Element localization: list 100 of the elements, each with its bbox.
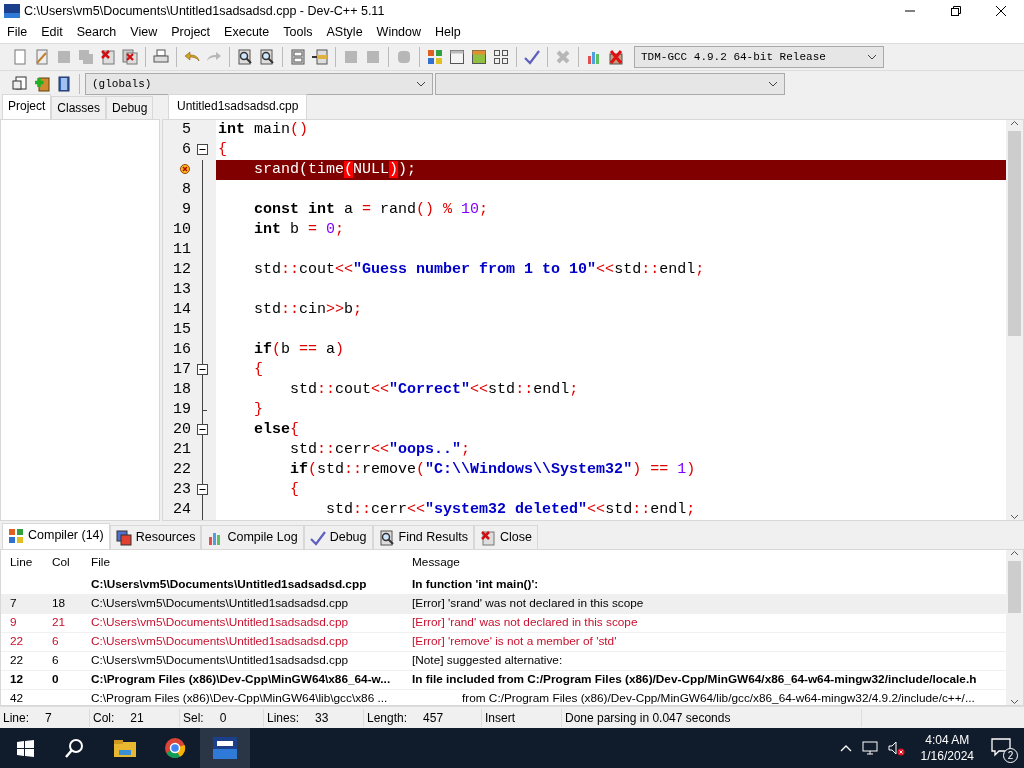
panel-tab[interactable]: Debug xyxy=(106,95,154,119)
line-number: 8 xyxy=(182,180,191,198)
line-number: 6 xyxy=(182,140,191,158)
menu-item[interactable]: File xyxy=(0,23,35,42)
muted-speaker-icon[interactable] xyxy=(887,740,905,756)
table-cell: C:\Program Files (x86)\Dev-Cpp\MinGW64\x86_64-w... xyxy=(91,672,391,687)
panel-tab[interactable]: Compile Log xyxy=(201,525,304,550)
window-icon[interactable] xyxy=(471,48,487,65)
search-icon[interactable] xyxy=(259,48,275,65)
search-icon[interactable] xyxy=(237,48,253,65)
scrollbar-thumb[interactable] xyxy=(1008,561,1021,614)
table-cell: In function 'int main()': xyxy=(412,577,539,592)
panel-tab[interactable]: Close xyxy=(474,525,538,550)
menu-item[interactable]: Window xyxy=(369,23,429,42)
date-text: 1/16/2024 xyxy=(920,748,974,764)
menu-item[interactable]: Search xyxy=(69,23,124,42)
book-icon[interactable] xyxy=(56,75,72,92)
grid-icon[interactable] xyxy=(493,48,509,65)
panel-tab[interactable]: Classes xyxy=(51,95,107,119)
menu-item[interactable]: Tools xyxy=(276,23,320,42)
tiles-icon[interactable] xyxy=(427,48,443,65)
status-label: Line: xyxy=(3,709,30,727)
notification-icon[interactable] xyxy=(990,736,1012,758)
menu-item[interactable]: AStyle xyxy=(319,23,370,42)
check-icon[interactable] xyxy=(524,48,540,65)
scope-select[interactable]: (globals) xyxy=(85,72,433,95)
panel-tab[interactable]: Compiler (14) xyxy=(2,523,110,550)
status-label: Col: xyxy=(93,709,115,727)
line-number: 19 xyxy=(173,400,191,418)
panel-tab[interactable]: Find Results xyxy=(372,525,474,550)
network-icon[interactable] xyxy=(861,740,878,756)
collapse-icon[interactable] xyxy=(197,423,208,435)
menu-item[interactable]: View xyxy=(123,23,165,42)
restore-icon[interactable] xyxy=(949,5,961,17)
line-number: 9 xyxy=(182,200,191,218)
menu-item[interactable]: Project xyxy=(164,23,218,42)
code-line: std::cout<<"Correct"<<std::endl; xyxy=(289,379,580,400)
selected-row[interactable]: 7 18 C:\Users\vm5\Documents\Untitled1sadsadsd.cpp [Error] 'srand' was not declared in this scope xyxy=(1,595,1006,615)
collapse-icon[interactable] xyxy=(197,143,208,155)
debug-stop-icon[interactable] xyxy=(608,48,624,65)
start-icon[interactable] xyxy=(15,738,35,758)
collapse-icon[interactable] xyxy=(197,363,208,375)
clock[interactable]: 4:04 AM 1/16/2024 xyxy=(914,732,980,764)
browser-icon[interactable] xyxy=(164,737,186,759)
table-cell: [Error] 'srand' was not declared in this scope xyxy=(412,596,644,611)
app-icon[interactable] xyxy=(213,737,237,759)
column-header[interactable]: Line xyxy=(1,554,46,572)
scroll-down-icon[interactable] xyxy=(1010,513,1019,521)
add-icon[interactable] xyxy=(34,75,50,92)
window-title: C:\Users\vm5\Documents\Untitled1sadsadsd.cpp - Dev-C++ 5.11 xyxy=(24,2,386,20)
column-header[interactable]: Col xyxy=(46,554,86,572)
table-cell: 6 xyxy=(52,634,59,649)
scroll-down-icon[interactable] xyxy=(1010,698,1019,706)
panel-tab[interactable]: Resources xyxy=(109,525,202,550)
scrollbar[interactable] xyxy=(1006,550,1023,706)
table-cell: 42 xyxy=(10,691,24,706)
status-value: 33 xyxy=(315,709,329,727)
menu-item[interactable]: Edit xyxy=(34,23,70,42)
status-label: Sel: xyxy=(183,709,204,727)
chevron-up-icon[interactable] xyxy=(839,743,852,753)
column-header[interactable]: Message xyxy=(406,554,1006,572)
menu-item[interactable]: Execute xyxy=(217,23,277,42)
status-value: Done parsing in 0.047 seconds xyxy=(565,709,731,727)
table-cell: 0 xyxy=(52,672,59,687)
app-icon xyxy=(4,4,20,18)
goto-line-icon[interactable] xyxy=(312,48,328,65)
scrollbar-thumb[interactable] xyxy=(1008,130,1021,336)
panel-icon[interactable] xyxy=(290,48,306,65)
line-number: 15 xyxy=(173,320,191,338)
scrollbar[interactable] xyxy=(1006,119,1023,521)
close-files-icon[interactable] xyxy=(122,48,138,65)
line-number: 16 xyxy=(173,340,191,358)
line-number: 21 xyxy=(173,440,191,458)
close-file-icon[interactable] xyxy=(100,48,116,65)
notification-count: 2 xyxy=(1003,748,1018,763)
window-icon[interactable] xyxy=(449,48,465,65)
line-number: 17 xyxy=(173,360,191,378)
file-tab[interactable]: Untitled1sadsadsd.cpp xyxy=(168,93,308,119)
search-icon[interactable] xyxy=(65,738,85,758)
close-file-icon xyxy=(480,529,496,546)
table-cell: 22 xyxy=(10,653,24,668)
menu-item[interactable]: Help xyxy=(428,23,468,42)
page-pencil-icon[interactable] xyxy=(34,48,50,65)
scroll-up-icon[interactable] xyxy=(1010,119,1019,127)
line-number: 11 xyxy=(173,240,191,258)
code-line: const int a = rand() % 10; xyxy=(253,199,490,220)
column-header[interactable]: File xyxy=(86,554,406,572)
panel-tab[interactable]: Project xyxy=(2,93,52,119)
close-icon[interactable] xyxy=(995,5,1007,17)
compiler-select[interactable]: TDM-GCC 4.9.2 64-bit Release xyxy=(634,45,884,68)
line-number: 18 xyxy=(173,380,191,398)
panel-tab[interactable]: Debug xyxy=(303,525,373,550)
folder-icon[interactable] xyxy=(113,738,137,758)
table-cell: 9 xyxy=(10,615,17,630)
scroll-up-icon[interactable] xyxy=(1010,550,1019,558)
pages-icon[interactable] xyxy=(12,75,28,92)
code-line: if(b == a) xyxy=(253,339,346,360)
table-cell: C:\Program Files (x86)\Dev-Cpp\MinGW64\lib\gcc\x86 ... xyxy=(91,691,388,706)
printer-icon[interactable] xyxy=(153,48,169,65)
collapse-icon[interactable] xyxy=(197,483,208,495)
